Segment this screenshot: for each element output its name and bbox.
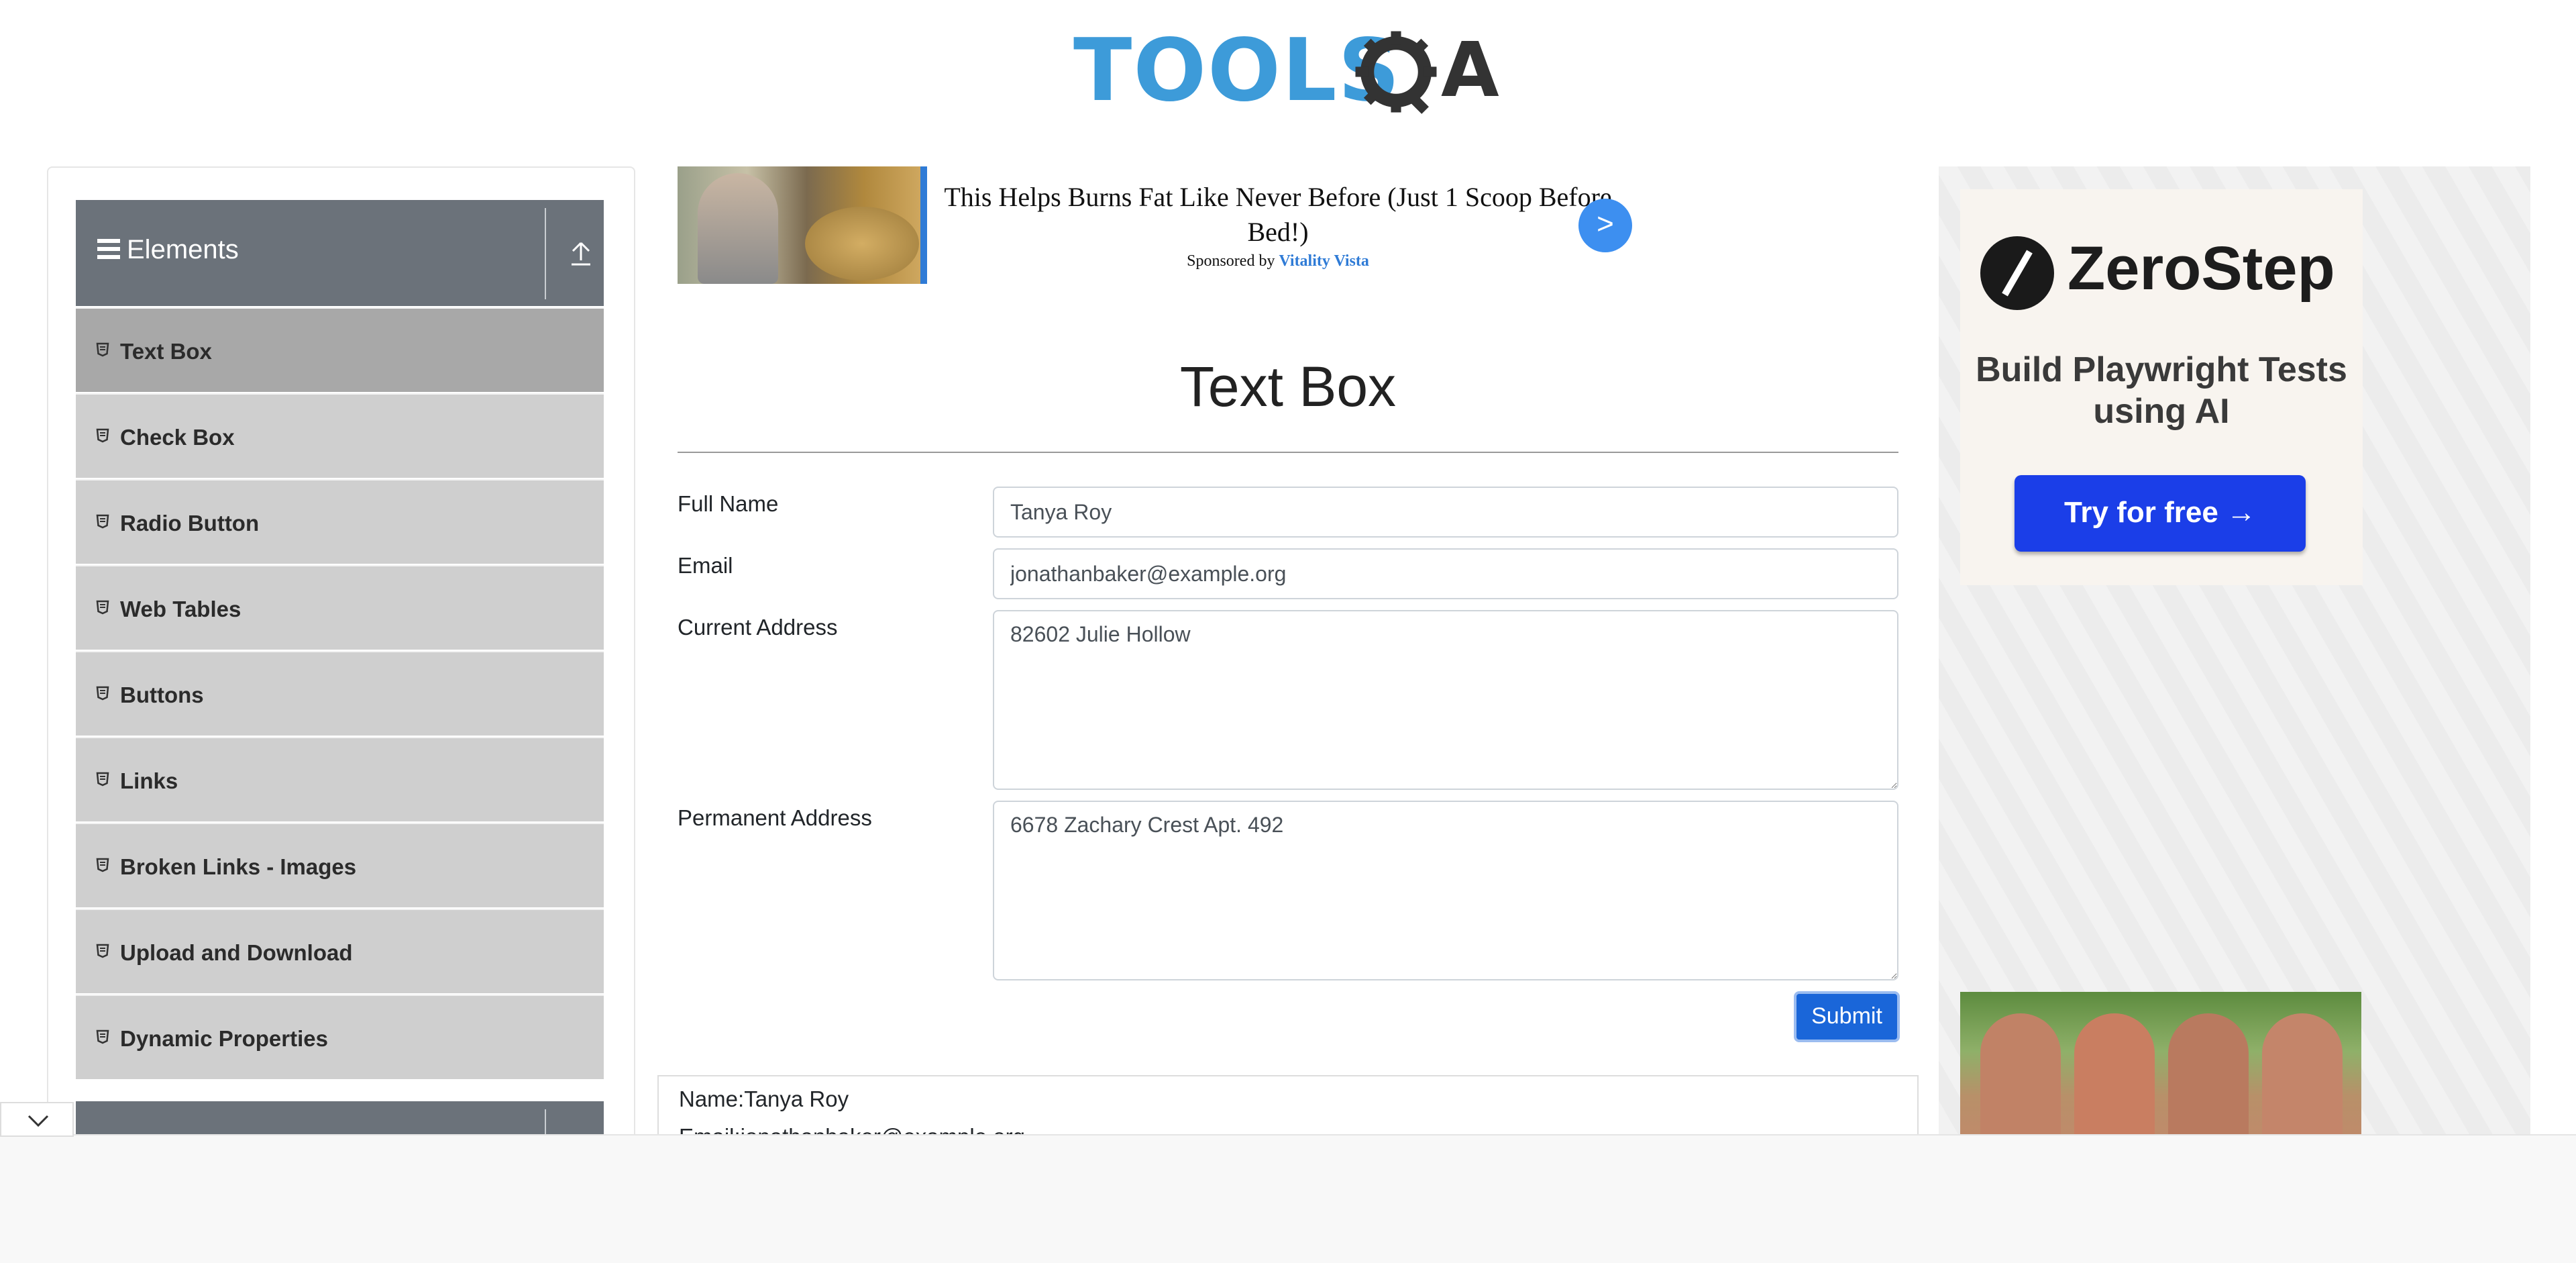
divider	[678, 452, 1898, 453]
gear-icon	[1355, 31, 1437, 114]
collapse-toggle[interactable]	[0, 1102, 74, 1137]
ad-image[interactable]	[678, 166, 926, 284]
ad-sponsor-line: Sponsored by Vitality Vista	[939, 252, 1617, 270]
sidebar-item-buttons[interactable]: Buttons	[76, 651, 604, 736]
sidebar-item-broken-links[interactable]: Broken Links - Images	[76, 823, 604, 907]
zerostep-logo-icon	[1980, 236, 2054, 310]
shield-icon	[96, 944, 109, 958]
output-name: Name:Tanya Roy	[679, 1087, 849, 1111]
shield-icon	[96, 1029, 109, 1044]
try-for-free-button[interactable]: Try for free →	[2015, 475, 2306, 552]
ad-arrow-button[interactable]: >	[1578, 199, 1632, 252]
logo-text-tools: TOOLS	[1073, 21, 1401, 121]
shield-icon	[96, 514, 109, 529]
sidebar-group-elements[interactable]: Elements	[76, 200, 604, 306]
full-name-label: Full Name	[678, 491, 779, 516]
sidebar-item-label: Upload and Download	[120, 940, 353, 965]
ad-photo[interactable]	[1960, 992, 2361, 1141]
zerostep-brand: ZeroStep	[2068, 234, 2335, 303]
sidebar-item-dynamic-properties[interactable]: Dynamic Properties	[76, 995, 604, 1079]
shield-icon	[96, 858, 109, 872]
chevron-down-icon	[28, 1115, 49, 1127]
submit-button[interactable]: Submit	[1794, 991, 1900, 1042]
sidebar-item-text-box[interactable]: Text Box	[76, 307, 604, 392]
ad-sponsor-prefix: Sponsored by	[1187, 252, 1275, 270]
shield-icon	[96, 686, 109, 701]
sidebar-item-check-box[interactable]: Check Box	[76, 393, 604, 478]
hamburger-icon	[97, 239, 120, 259]
sidebar-item-label: Radio Button	[120, 511, 260, 536]
current-address-label: Current Address	[678, 615, 838, 640]
sidebar-item-label: Dynamic Properties	[120, 1026, 328, 1051]
sidebar-item-label: Web Tables	[120, 597, 241, 621]
ad-banner[interactable]: This Helps Burns Fat Like Never Before (…	[678, 166, 1637, 285]
shield-icon	[96, 342, 109, 357]
sidebar-item-radio-button[interactable]: Radio Button	[76, 479, 604, 564]
sidebar-item-label: Check Box	[120, 425, 235, 450]
sidebar-item-label: Broken Links - Images	[120, 854, 357, 879]
ad-headline[interactable]: This Helps Burns Fat Like Never Before (…	[939, 180, 1617, 250]
zerostep-tagline: Build Playwright Tests using AI	[1976, 350, 2347, 431]
sidebar-menu: Text Box Check Box Radio Button Web Tabl…	[76, 307, 604, 1080]
current-address-textarea[interactable]: 82602 Julie Hollow	[993, 610, 1898, 790]
sidebar-item-label: Buttons	[120, 683, 204, 707]
sidebar-item-label: Text Box	[120, 339, 212, 364]
sidebar-item-label: Links	[120, 768, 178, 793]
divider	[545, 208, 546, 299]
full-name-input[interactable]	[993, 487, 1898, 538]
shield-icon	[96, 600, 109, 615]
bottom-ad-bar	[0, 1134, 2576, 1263]
sidebar-item-web-tables[interactable]: Web Tables	[76, 565, 604, 650]
ad-accent-bar	[920, 166, 927, 284]
permanent-address-label: Permanent Address	[678, 805, 872, 830]
email-input[interactable]	[993, 548, 1898, 599]
shield-icon	[96, 428, 109, 443]
shield-icon	[96, 772, 109, 787]
site-logo[interactable]: TOOLS A	[1073, 19, 1509, 123]
permanent-address-textarea[interactable]: 6678 Zachary Crest Apt. 492	[993, 801, 1898, 980]
upload-arrow-icon[interactable]	[569, 240, 593, 267]
logo-text-qa: A	[1441, 27, 1499, 114]
sidebar-item-links[interactable]: Links	[76, 737, 604, 821]
page-title: Text Box	[1179, 355, 1397, 418]
sidebar-group-title: Elements	[127, 235, 239, 264]
email-label: Email	[678, 553, 733, 578]
sidebar-item-upload-download[interactable]: Upload and Download	[76, 909, 604, 993]
ad-sponsor-name[interactable]: Vitality Vista	[1279, 252, 1368, 270]
